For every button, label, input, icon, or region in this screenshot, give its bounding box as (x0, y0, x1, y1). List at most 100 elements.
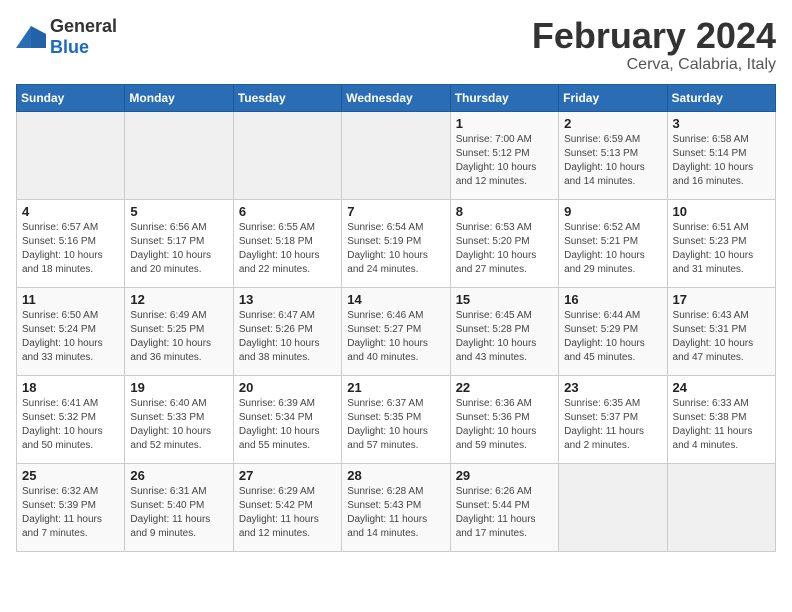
day-header-sunday: Sunday (17, 84, 125, 111)
day-info: Sunrise: 6:35 AMSunset: 5:37 PMDaylight:… (564, 397, 661, 453)
day-info: Sunrise: 6:55 AMSunset: 5:18 PMDaylight:… (239, 221, 336, 277)
day-info: Sunrise: 6:33 AMSunset: 5:38 PMDaylight:… (673, 397, 770, 453)
day-info: Sunrise: 6:53 AMSunset: 5:20 PMDaylight:… (456, 221, 553, 277)
day-header-tuesday: Tuesday (233, 84, 341, 111)
calendar-cell (233, 111, 341, 199)
calendar-cell (667, 463, 775, 551)
day-number: 3 (673, 116, 770, 131)
day-number: 15 (456, 292, 553, 307)
day-number: 24 (673, 380, 770, 395)
day-info: Sunrise: 6:57 AMSunset: 5:16 PMDaylight:… (22, 221, 119, 277)
day-header-wednesday: Wednesday (342, 84, 450, 111)
logo: General Blue (16, 16, 117, 58)
day-number: 20 (239, 380, 336, 395)
day-number: 1 (456, 116, 553, 131)
logo-general-text: General (50, 16, 117, 36)
day-header-friday: Friday (559, 84, 667, 111)
day-header-thursday: Thursday (450, 84, 558, 111)
calendar-cell (125, 111, 233, 199)
calendar-body: 1Sunrise: 7:00 AMSunset: 5:12 PMDaylight… (17, 111, 776, 551)
month-title: February 2024 (532, 16, 776, 56)
calendar-cell (17, 111, 125, 199)
calendar-cell: 24 Sunrise: 6:33 AMSunset: 5:38 PMDayligh… (667, 375, 775, 463)
day-info: Sunrise: 6:41 AMSunset: 5:32 PMDaylight:… (22, 397, 119, 453)
day-number: 19 (130, 380, 227, 395)
calendar-cell: 4Sunrise: 6:57 AMSunset: 5:16 PMDaylight… (17, 199, 125, 287)
page-header: General Blue February 2024 Cerva, Calabr… (16, 16, 776, 74)
calendar-cell: 2 Sunrise: 6:59 AMSunset: 5:13 PMDaylight… (559, 111, 667, 199)
day-info: Sunrise: 6:46 AMSunset: 5:27 PMDaylight:… (347, 309, 444, 365)
day-info: Sunrise: 6:40 AMSunset: 5:33 PMDaylight:… (130, 397, 227, 453)
day-number: 25 (22, 468, 119, 483)
day-header-monday: Monday (125, 84, 233, 111)
day-number: 8 (456, 204, 553, 219)
calendar-cell: 23 Sunrise: 6:35 AMSunset: 5:37 PMDayligh… (559, 375, 667, 463)
calendar-cell: 7 Sunrise: 6:54 AMSunset: 5:19 PMDaylight… (342, 199, 450, 287)
title-block: February 2024 Cerva, Calabria, Italy (532, 16, 776, 74)
calendar-cell: 9Sunrise: 6:52 AMSunset: 5:21 PMDaylight… (559, 199, 667, 287)
day-info: Sunrise: 6:51 AMSunset: 5:23 PMDaylight:… (673, 221, 770, 277)
day-info: Sunrise: 6:49 AMSunset: 5:25 PMDaylight:… (130, 309, 227, 365)
day-number: 21 (347, 380, 444, 395)
calendar-cell: 11 Sunrise: 6:50 AMSunset: 5:24 PMDayligh… (17, 287, 125, 375)
day-info: Sunrise: 6:28 AMSunset: 5:43 PMDaylight:… (347, 485, 444, 541)
day-info: Sunrise: 6:39 AMSunset: 5:34 PMDaylight:… (239, 397, 336, 453)
day-info: Sunrise: 6:31 AMSunset: 5:40 PMDaylight:… (130, 485, 227, 541)
calendar-cell: 29 Sunrise: 6:26 AMSunset: 5:44 PMDayligh… (450, 463, 558, 551)
calendar-cell: 28 Sunrise: 6:28 AMSunset: 5:43 PMDayligh… (342, 463, 450, 551)
day-header-saturday: Saturday (667, 84, 775, 111)
day-info: Sunrise: 6:44 AMSunset: 5:29 PMDaylight:… (564, 309, 661, 365)
calendar-cell: 3Sunrise: 6:58 AMSunset: 5:14 PMDaylight… (667, 111, 775, 199)
calendar-cell: 25Sunrise: 6:32 AMSunset: 5:39 PMDayligh… (17, 463, 125, 551)
day-number: 14 (347, 292, 444, 307)
calendar-week-row: 11 Sunrise: 6:50 AMSunset: 5:24 PMDayligh… (17, 287, 776, 375)
calendar-cell: 21 Sunrise: 6:37 AMSunset: 5:35 PMDayligh… (342, 375, 450, 463)
calendar-week-row: 25Sunrise: 6:32 AMSunset: 5:39 PMDayligh… (17, 463, 776, 551)
day-number: 28 (347, 468, 444, 483)
calendar-week-row: 4Sunrise: 6:57 AMSunset: 5:16 PMDaylight… (17, 199, 776, 287)
day-info: Sunrise: 6:59 AMSunset: 5:13 PMDaylight:… (564, 133, 661, 189)
day-number: 16 (564, 292, 661, 307)
calendar-cell: 19 Sunrise: 6:40 AMSunset: 5:33 PMDayligh… (125, 375, 233, 463)
calendar-week-row: 18Sunrise: 6:41 AMSunset: 5:32 PMDayligh… (17, 375, 776, 463)
logo-icon (16, 26, 46, 48)
calendar-cell: 26Sunrise: 6:31 AMSunset: 5:40 PMDayligh… (125, 463, 233, 551)
day-info: Sunrise: 6:29 AMSunset: 5:42 PMDaylight:… (239, 485, 336, 541)
calendar-cell: 12 Sunrise: 6:49 AMSunset: 5:25 PMDayligh… (125, 287, 233, 375)
day-info: Sunrise: 6:26 AMSunset: 5:44 PMDaylight:… (456, 485, 553, 541)
calendar-cell: 6 Sunrise: 6:55 AMSunset: 5:18 PMDaylight… (233, 199, 341, 287)
day-number: 11 (22, 292, 119, 307)
day-number: 6 (239, 204, 336, 219)
calendar-cell: 16 Sunrise: 6:44 AMSunset: 5:29 PMDayligh… (559, 287, 667, 375)
day-info: Sunrise: 6:37 AMSunset: 5:35 PMDaylight:… (347, 397, 444, 453)
day-info: Sunrise: 6:56 AMSunset: 5:17 PMDaylight:… (130, 221, 227, 277)
day-number: 12 (130, 292, 227, 307)
day-number: 22 (456, 380, 553, 395)
calendar-cell: 13 Sunrise: 6:47 AMSunset: 5:26 PMDayligh… (233, 287, 341, 375)
day-number: 27 (239, 468, 336, 483)
day-info: Sunrise: 6:52 AMSunset: 5:21 PMDaylight:… (564, 221, 661, 277)
calendar-cell (559, 463, 667, 551)
day-number: 2 (564, 116, 661, 131)
day-number: 23 (564, 380, 661, 395)
logo-blue-text: Blue (50, 37, 89, 57)
calendar-cell: 18Sunrise: 6:41 AMSunset: 5:32 PMDayligh… (17, 375, 125, 463)
location-title: Cerva, Calabria, Italy (532, 56, 776, 74)
calendar-cell: 15Sunrise: 6:45 AMSunset: 5:28 PMDayligh… (450, 287, 558, 375)
calendar-cell: 10 Sunrise: 6:51 AMSunset: 5:23 PMDayligh… (667, 199, 775, 287)
day-number: 29 (456, 468, 553, 483)
day-number: 10 (673, 204, 770, 219)
day-info: Sunrise: 6:47 AMSunset: 5:26 PMDaylight:… (239, 309, 336, 365)
calendar-cell: 27 Sunrise: 6:29 AMSunset: 5:42 PMDayligh… (233, 463, 341, 551)
calendar-cell: 22Sunrise: 6:36 AMSunset: 5:36 PMDayligh… (450, 375, 558, 463)
calendar-cell: 1Sunrise: 7:00 AMSunset: 5:12 PMDaylight… (450, 111, 558, 199)
calendar-cell: 5Sunrise: 6:56 AMSunset: 5:17 PMDaylight… (125, 199, 233, 287)
day-info: Sunrise: 6:50 AMSunset: 5:24 PMDaylight:… (22, 309, 119, 365)
day-number: 7 (347, 204, 444, 219)
calendar-cell: 8 Sunrise: 6:53 AMSunset: 5:20 PMDaylight… (450, 199, 558, 287)
day-number: 13 (239, 292, 336, 307)
day-info: Sunrise: 6:54 AMSunset: 5:19 PMDaylight:… (347, 221, 444, 277)
day-number: 17 (673, 292, 770, 307)
calendar-cell (342, 111, 450, 199)
calendar-week-row: 1Sunrise: 7:00 AMSunset: 5:12 PMDaylight… (17, 111, 776, 199)
